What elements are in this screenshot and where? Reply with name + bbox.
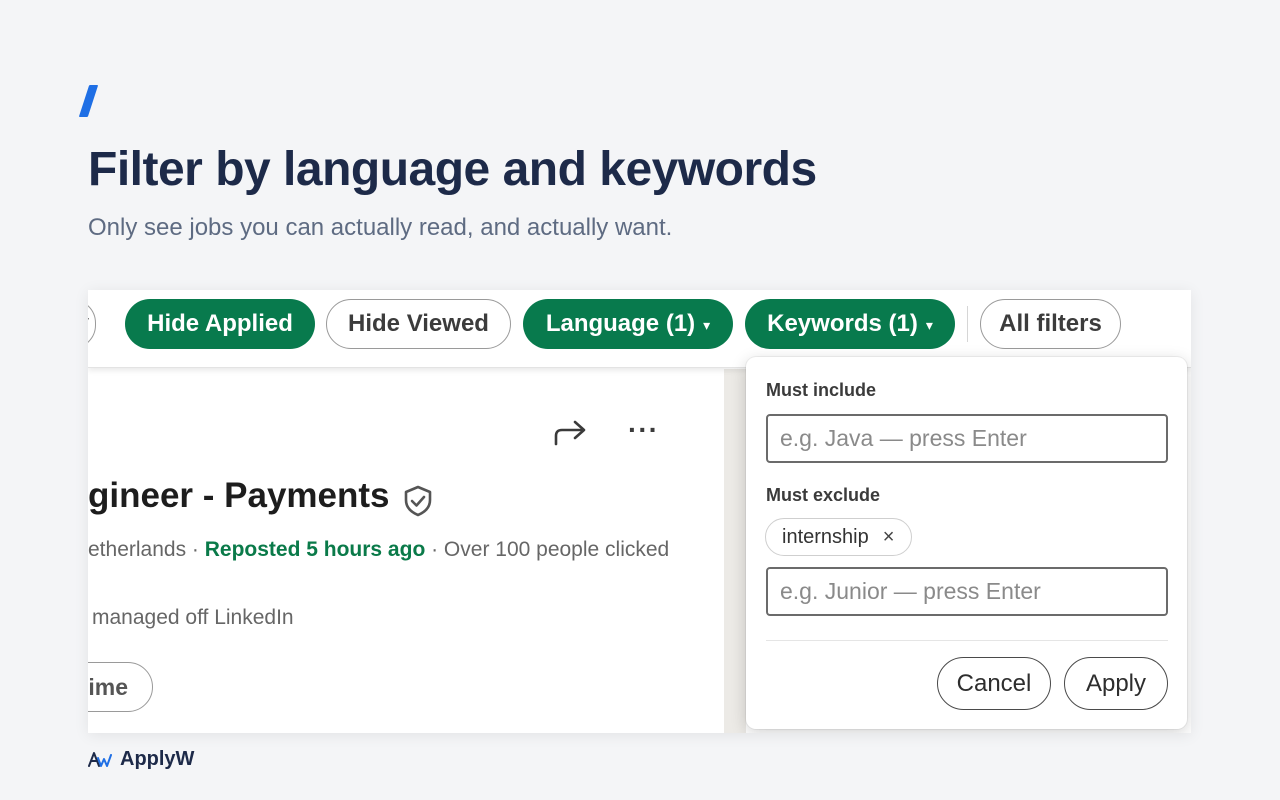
must-exclude-input[interactable]	[766, 567, 1168, 616]
page-title: Filter by language and keywords	[88, 143, 817, 196]
must-include-input[interactable]	[766, 414, 1168, 463]
cancel-button[interactable]: Cancel	[937, 657, 1051, 710]
remove-chip-icon[interactable]: ×	[883, 526, 895, 549]
job-partial-button[interactable]: ime	[88, 662, 153, 712]
job-meta: etherlands · Reposted 5 hours ago · Over…	[88, 538, 669, 562]
keywords-filter-label: Keywords (1)	[767, 310, 918, 337]
brand: ApplyW	[88, 748, 194, 771]
applyw-logo-icon	[88, 751, 112, 767]
must-include-label: Must include	[766, 380, 877, 400]
keywords-filter-button[interactable]: Keywords (1) ▾	[745, 299, 955, 349]
filter-bar-divider	[967, 306, 968, 342]
brand-name: ApplyW	[120, 748, 195, 770]
job-partial-button-label: ime	[88, 673, 128, 700]
job-title: gineer - Payments	[88, 476, 390, 515]
more-options-icon[interactable]: ···	[628, 414, 659, 446]
dropdown-divider	[766, 640, 1168, 641]
hide-viewed-button[interactable]: Hide Viewed	[326, 299, 511, 349]
hide-viewed-label: Hide Viewed	[348, 310, 489, 337]
exclude-keyword-chip: internship ×	[765, 518, 912, 556]
filter-pill-partial[interactable]: y	[88, 299, 96, 349]
accent-slash	[78, 85, 99, 117]
language-filter-button[interactable]: Language (1) ▾	[523, 299, 733, 349]
job-application-note: managed off LinkedIn	[92, 606, 294, 629]
chevron-down-icon: ▾	[703, 316, 711, 333]
job-clicks: · Over 100 people clicked	[425, 538, 670, 561]
job-reposted: Reposted 5 hours ago	[204, 538, 426, 561]
all-filters-label: All filters	[999, 310, 1102, 337]
page-subtitle: Only see jobs you can actually read, and…	[88, 214, 673, 241]
chevron-down-icon: ▾	[925, 316, 933, 333]
verified-shield-icon	[404, 485, 432, 517]
screenshot-panel: y Hide Applied Hide Viewed Language (1) …	[88, 290, 1191, 733]
hide-applied-label: Hide Applied	[147, 310, 293, 337]
chip-label: internship	[782, 525, 869, 548]
filter-pill-partial-label: y	[88, 310, 89, 338]
pane-gutter	[724, 369, 746, 733]
all-filters-button[interactable]: All filters	[980, 299, 1121, 349]
apply-button[interactable]: Apply	[1064, 657, 1168, 710]
must-exclude-label: Must exclude	[766, 485, 881, 505]
language-filter-label: Language (1)	[545, 310, 696, 337]
hide-applied-button[interactable]: Hide Applied	[125, 299, 315, 349]
job-location: etherlands ·	[88, 538, 205, 561]
share-icon[interactable]	[553, 418, 589, 448]
keywords-dropdown: Must include Must exclude internship × C…	[746, 357, 1187, 729]
